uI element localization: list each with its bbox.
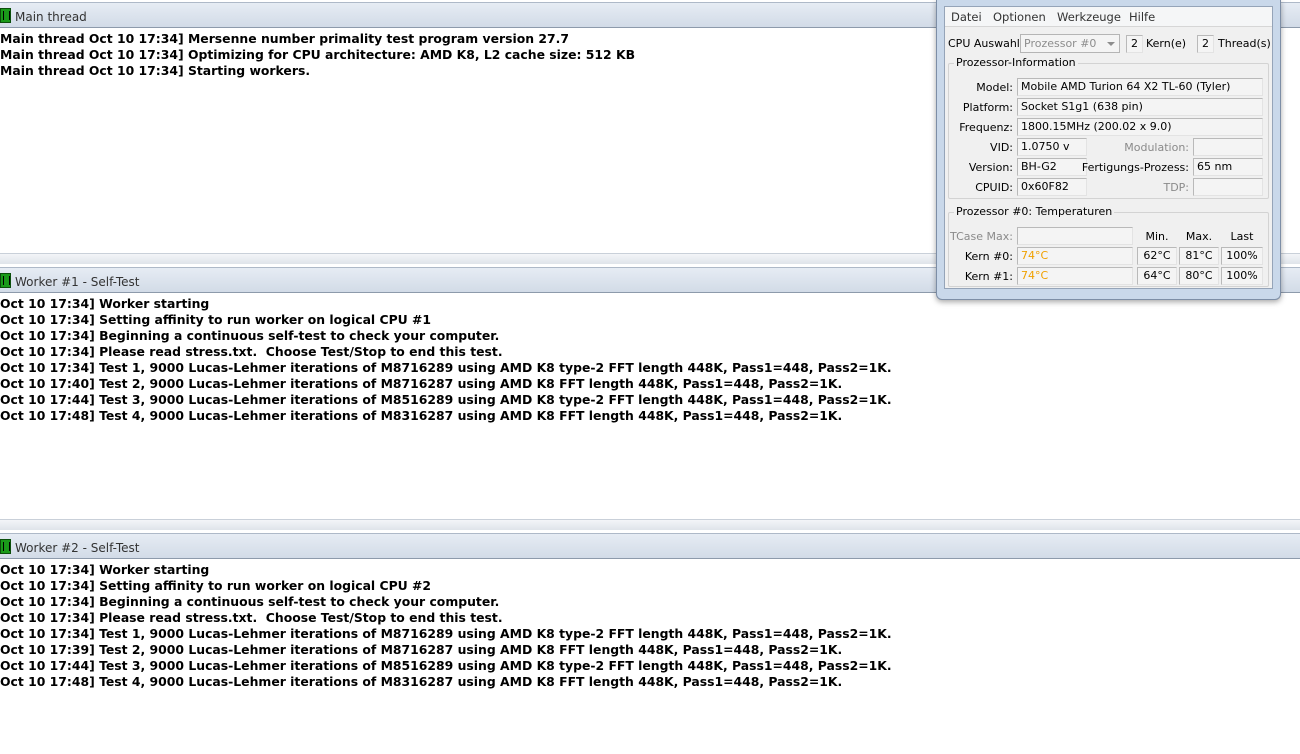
core-0-max: 81°C: [1179, 247, 1219, 265]
pane-splitter[interactable]: [0, 519, 1300, 530]
worker-1-log: Oct 10 17:34] Worker starting Oct 10 17:…: [0, 296, 892, 424]
core-0-label: Kern #0:: [964, 250, 1013, 263]
group-title: Prozessor #0: Temperaturen: [954, 205, 1115, 218]
platform-label: Platform:: [962, 101, 1013, 114]
frequency-label: Frequenz:: [959, 121, 1013, 134]
log-line: Oct 10 17:34] Worker starting: [0, 296, 210, 311]
log-line: Oct 10 17:34] Setting affinity to run wo…: [0, 312, 432, 327]
log-line: Oct 10 17:34] Please read stress.txt. Ch…: [0, 610, 503, 625]
prime95-icon: [0, 273, 11, 288]
log-line: Main thread Oct 10 17:34] Starting worke…: [0, 63, 311, 78]
log-line: Oct 10 17:34] Please read stress.txt. Ch…: [0, 344, 503, 359]
worker-1-window: Worker #1 - Self-Test Oct 10 17:34] Work…: [0, 267, 1300, 517]
process-label: Fertigungs-Prozess:: [1081, 161, 1189, 174]
group-title: Prozessor-Information: [954, 56, 1078, 69]
vid-value: 1.0750 v: [1017, 138, 1087, 156]
log-line: Oct 10 17:34] Setting affinity to run wo…: [0, 578, 432, 593]
window-title: Worker #1 - Self-Test: [15, 275, 140, 289]
core-1-min: 64°C: [1137, 267, 1177, 285]
vid-label: VID:: [990, 141, 1013, 154]
menu-datei[interactable]: Datei: [951, 10, 982, 24]
window-title: Main thread: [15, 10, 87, 24]
model-label: Model:: [976, 81, 1013, 94]
log-line: Oct 10 17:34] Test 1, 9000 Lucas-Lehmer …: [0, 360, 892, 375]
platform-value: Socket S1g1 (638 pin): [1017, 98, 1263, 116]
cpuid-label: CPUID:: [975, 181, 1013, 194]
menu-hilfe[interactable]: Hilfe: [1129, 10, 1155, 24]
log-line: Oct 10 17:44] Test 3, 9000 Lucas-Lehmer …: [0, 392, 892, 407]
worker-2-window: Worker #2 - Self-Test Oct 10 17:34] Work…: [0, 533, 1300, 754]
frequency-value: 1800.15MHz (200.02 x 9.0): [1017, 118, 1263, 136]
cores-label: Kern(e): [1146, 37, 1187, 50]
processor-info-group: Prozessor-Information Model: Mobile AMD …: [948, 56, 1269, 199]
log-line: Oct 10 17:34] Worker starting: [0, 562, 210, 577]
tdp-value: [1193, 178, 1263, 196]
col-last: Last: [1230, 230, 1254, 243]
process-value: 65 nm: [1193, 158, 1263, 176]
log-line: Oct 10 17:40] Test 2, 9000 Lucas-Lehmer …: [0, 376, 843, 391]
threads-count: 2: [1197, 35, 1214, 53]
log-line: Oct 10 17:34] Test 1, 9000 Lucas-Lehmer …: [0, 626, 892, 641]
menu-optionen[interactable]: Optionen: [993, 10, 1046, 24]
main-thread-log: Main thread Oct 10 17:34] Mersenne numbe…: [0, 31, 635, 79]
cpu-monitor-client: Datei Optionen Werkzeuge Hilfe CPU Auswa…: [944, 6, 1273, 289]
log-line: Main thread Oct 10 17:34] Optimizing for…: [0, 47, 636, 62]
col-min: Min.: [1145, 230, 1169, 243]
core-1-load: 100%: [1221, 267, 1263, 285]
core-0-min: 62°C: [1137, 247, 1177, 265]
worker-2-log: Oct 10 17:34] Worker starting Oct 10 17:…: [0, 562, 892, 690]
cpu-select-dropdown[interactable]: Prozessor #0: [1020, 34, 1120, 53]
version-value: BH-G2: [1017, 158, 1087, 176]
core-1-label: Kern #1:: [964, 270, 1013, 283]
core-0-temp: 74°C: [1017, 247, 1133, 265]
cpu-select-value: Prozessor #0: [1024, 37, 1097, 50]
cores-count: 2: [1126, 35, 1143, 53]
core-0-load: 100%: [1221, 247, 1263, 265]
chevron-down-icon: [1107, 42, 1115, 46]
log-line: Oct 10 17:48] Test 4, 9000 Lucas-Lehmer …: [0, 674, 843, 689]
version-label: Version:: [968, 161, 1013, 174]
log-line: Oct 10 17:34] Beginning a continuous sel…: [0, 328, 500, 343]
core-1-max: 80°C: [1179, 267, 1219, 285]
log-line: Main thread Oct 10 17:34] Mersenne numbe…: [0, 31, 569, 46]
core-1-temp: 74°C: [1017, 267, 1133, 285]
cpu-select-label: CPU Auswahl:: [948, 37, 1024, 50]
cpuid-value: 0x60F82: [1017, 178, 1087, 196]
model-value: Mobile AMD Turion 64 X2 TL-60 (Tyler): [1017, 78, 1263, 96]
log-line: Oct 10 17:48] Test 4, 9000 Lucas-Lehmer …: [0, 408, 843, 423]
temperature-group: Prozessor #0: Temperaturen TCase Max: Mi…: [948, 205, 1269, 287]
modulation-label: Modulation:: [1124, 141, 1189, 154]
cpu-monitor-window: Datei Optionen Werkzeuge Hilfe CPU Auswa…: [936, 0, 1281, 300]
menu-werkzeuge[interactable]: Werkzeuge: [1057, 10, 1121, 24]
prime95-icon: [0, 8, 11, 23]
tdp-label: TDP:: [1163, 181, 1189, 194]
window-title: Worker #2 - Self-Test: [15, 541, 140, 555]
menu-bar: Datei Optionen Werkzeuge Hilfe: [945, 7, 1272, 27]
log-line: Oct 10 17:44] Test 3, 9000 Lucas-Lehmer …: [0, 658, 892, 673]
threads-label: Thread(s): [1218, 37, 1271, 50]
modulation-value: [1193, 138, 1263, 156]
tcase-value: [1017, 227, 1133, 245]
col-max: Max.: [1185, 230, 1213, 243]
log-line: Oct 10 17:34] Beginning a continuous sel…: [0, 594, 500, 609]
log-line: Oct 10 17:39] Test 2, 9000 Lucas-Lehmer …: [0, 642, 843, 657]
prime95-icon: [0, 539, 11, 554]
worker-2-titlebar[interactable]: Worker #2 - Self-Test: [0, 533, 1300, 559]
tcase-label: TCase Max:: [950, 230, 1013, 243]
